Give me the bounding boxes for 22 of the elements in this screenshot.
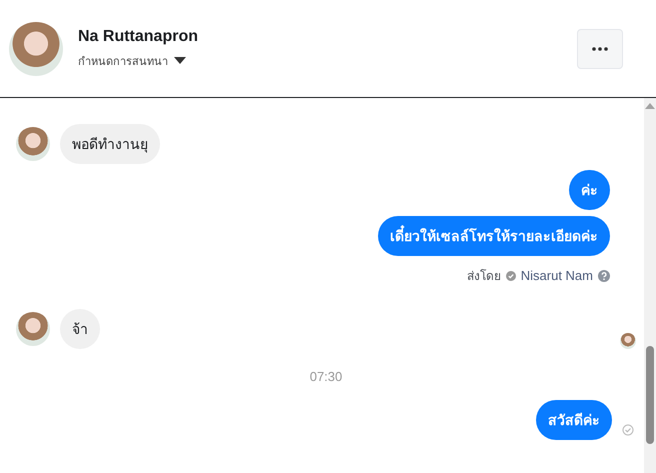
incoming-message: จ้า (60, 309, 100, 349)
more-button[interactable] (577, 28, 623, 68)
outgoing-message: สวัสดีค่ะ (536, 400, 612, 440)
more-icon (592, 46, 608, 50)
scrollbar-thumb[interactable] (646, 346, 654, 444)
outgoing-message: เดี๋ยวให้เซลล์โทรให้รายละเอียดค่ะ (378, 216, 610, 256)
scrollbar[interactable] (644, 98, 656, 473)
outgoing-message: ค่ะ (569, 170, 610, 210)
sender-avatar (16, 127, 50, 161)
caret-icon (174, 57, 186, 64)
check-badge-icon (506, 270, 516, 280)
timestamp: 07:30 (308, 368, 344, 386)
conversation-menu[interactable]: กำหนดการสนทนา (78, 52, 186, 70)
incoming-message: พอดีทำงานยุ (60, 124, 160, 164)
sent-check-icon (622, 424, 634, 436)
sent-by-label: ส่งโดย (466, 268, 501, 285)
contact-name: Na Ruttanapron (78, 28, 199, 46)
sender-avatar (16, 312, 50, 346)
sender-name: Nisarut Nam (520, 268, 593, 283)
scroll-up-icon (645, 103, 655, 109)
help-icon (598, 270, 610, 282)
read-receipt-avatar (620, 333, 636, 349)
